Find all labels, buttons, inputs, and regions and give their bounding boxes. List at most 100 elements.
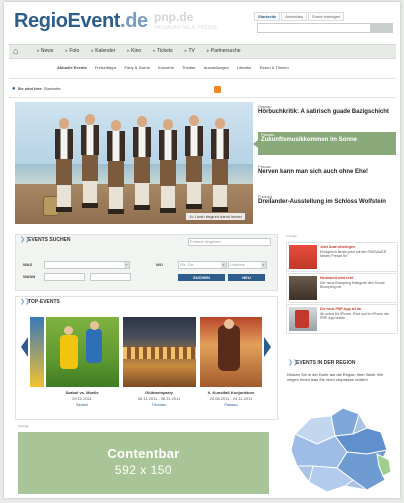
ad-label: Anzeige — [286, 234, 297, 238]
contentbar-ad-label: Anzeige — [18, 424, 29, 428]
nav-kalender[interactable]: Kalender — [91, 48, 115, 54]
feature-list: Passau Hörbuchkritik: A satirisch guade … — [253, 102, 396, 224]
sub-nav: Aktuelle Events Freizeittipps Party & Szen… — [9, 65, 396, 75]
ad-teaser[interactable]: Die neue PNP-App ist da Ab sofort für iPh… — [286, 304, 398, 334]
user-link-home[interactable]: Startseite — [254, 12, 281, 21]
event-title[interactable]: Glühweinparty — [124, 390, 194, 395]
chevron-down-icon: ▾ — [261, 262, 266, 268]
feature-headline: Nerven kann man sich auch ohne Ehe! — [258, 169, 369, 175]
arrow-icon: ❯❯ — [288, 360, 299, 366]
event-date: 20.08.2011 - 24.11.2011 — [209, 396, 253, 401]
feature-item[interactable]: Passau Hörbuchkritik: A satirisch guade … — [258, 104, 396, 116]
ad-image — [289, 245, 317, 269]
ad-text: Erfolgreich lernen jetzt mit der PASSAUE… — [320, 249, 387, 259]
freetext-input[interactable]: Freitext eingeben — [188, 238, 271, 246]
event-title[interactable]: Szabol vs. Muelle — [47, 390, 117, 395]
event-thumb-partial[interactable] — [30, 317, 44, 387]
nav-tickets[interactable]: Tickets — [153, 48, 172, 54]
ad-teaser[interactable]: Herbstzeit wird echt Der neue Boxspring K… — [286, 273, 398, 303]
feature-headline: Dreilander-Ausstellung im Schloss Wolfst… — [258, 199, 386, 205]
region-title-text: EVENTS IN DER REGION — [296, 360, 356, 366]
feature-item[interactable]: Freising Dreilander-Ausstellung im Schlo… — [258, 194, 396, 206]
chevron-down-icon: ▾ — [124, 262, 129, 268]
new-button[interactable]: NEU — [228, 274, 265, 281]
divider — [9, 97, 396, 98]
slider-next-button[interactable] — [264, 337, 271, 357]
event-search-box: ❯❯ EVENTS SUCHEN Freitext eingeben WAS ▾ … — [15, 234, 278, 291]
user-links: Startseite Anmelden Event eintragen — [254, 12, 345, 21]
feature-headline: Zukunftsmusikkommen im Sonne — [261, 137, 358, 143]
feature-item-active[interactable]: Passau Zukunftsmusikkommen im Sonne — [253, 132, 396, 155]
user-link-add-event[interactable]: Event eintragen — [308, 12, 345, 21]
subnav-active[interactable]: Aktuelle Events — [57, 65, 87, 70]
wo-input-value: Plz, Ort — [180, 262, 194, 267]
subnav-item[interactable]: Ausstellungen — [204, 65, 229, 70]
event-search-title-text: EVENTS SUCHEN — [28, 237, 71, 243]
home-icon[interactable]: ⌂ — [13, 46, 18, 56]
subnav-item[interactable]: Essen & Trinken — [260, 65, 289, 70]
event-thumb[interactable] — [123, 317, 196, 387]
partner-logo-sub: PASSAUER NEUE PRESSE — [154, 25, 218, 31]
wo-label: WO — [156, 262, 163, 267]
logo-text: RegioEvent — [14, 10, 121, 32]
event-place[interactable]: Thurnau — [124, 402, 194, 407]
site-logo[interactable]: RegioEvent.de — [14, 10, 148, 33]
subnav-item[interactable]: Freizeittipps — [95, 65, 117, 70]
region-map[interactable] — [287, 394, 395, 494]
partner-logo[interactable]: pnp.de PASSAUER NEUE PRESSE — [154, 10, 218, 34]
nav-partnersuche[interactable]: Partnersuche — [207, 48, 241, 54]
event-title[interactable]: X. Kunstfaß Konjunkture — [196, 390, 266, 395]
wann-to-input[interactable] — [90, 273, 131, 281]
was-select[interactable]: ▾ — [44, 261, 130, 269]
ad-image — [289, 276, 317, 300]
event-search-title: ❯❯ EVENTS SUCHEN — [16, 235, 71, 245]
top-events-title-text: TOP-EVENTS — [28, 299, 60, 305]
event-place[interactable]: Passau — [196, 402, 266, 407]
top-events-box: ❯❯ TOP-EVENTS Szabol vs. Muelle 29.10.201… — [15, 296, 278, 420]
header-search-button[interactable] — [371, 23, 393, 33]
user-link-login[interactable]: Anmelden — [281, 12, 308, 21]
ad-text: Ab sofort für iPhone, iPad und im iPhone… — [320, 311, 389, 321]
subnav-item[interactable]: Party & Szene — [124, 65, 150, 70]
location-pin-icon: ● — [12, 86, 16, 92]
subnav-item[interactable]: Theater — [182, 65, 196, 70]
main-nav: ⌂ News Foto Kalender Kino Tickets TV Partnersu… — [9, 44, 396, 59]
arrow-icon: ❯❯ — [20, 299, 31, 305]
arrow-icon: ❯❯ — [20, 237, 31, 243]
divider — [9, 78, 396, 79]
event-date: 05.11.2011 - 06.11.2011 — [137, 396, 181, 401]
was-label: WAS — [23, 262, 33, 267]
wo-input[interactable]: Plz, Ort ▾ — [178, 261, 227, 269]
search-button[interactable]: SUCHEN — [178, 274, 225, 281]
ad-image — [289, 307, 317, 331]
event-thumb[interactable] — [46, 317, 119, 387]
slider-prev-button[interactable] — [21, 337, 28, 357]
top-events-title: ❯❯ TOP-EVENTS — [16, 297, 60, 307]
feature-headline: Hörbuchkritik: A satirisch guade Bazigsc… — [258, 109, 389, 115]
header-search-input[interactable] — [257, 23, 371, 33]
ad-teaser[interactable]: Jetzt Dual einsteigen Erfolgreich lernen … — [286, 242, 398, 272]
band-illustration — [43, 114, 238, 222]
nav-tv[interactable]: TV — [185, 48, 195, 54]
event-thumb[interactable] — [200, 317, 262, 387]
contentbar-ad[interactable]: Contentbar 592 x 150 — [18, 432, 269, 494]
contentbar-size: 592 x 150 — [114, 463, 173, 477]
nav-foto[interactable]: Foto — [65, 48, 79, 54]
partner-logo-text: pnp.de — [154, 10, 194, 24]
contentbar-title: Contentbar — [107, 446, 180, 461]
event-place[interactable]: Szabol — [47, 402, 117, 407]
rss-icon[interactable] — [214, 86, 221, 93]
wann-from-input[interactable] — [44, 273, 85, 281]
nav-kino[interactable]: Kino — [127, 48, 141, 54]
breadcrumb-current[interactable]: Startseite — [44, 86, 61, 91]
nav-news[interactable]: News — [37, 48, 53, 54]
subnav-item[interactable]: Konzerte — [158, 65, 174, 70]
hero-image[interactable]: Jo Lorsh beginnt damit immer — [15, 102, 253, 224]
subnav-item[interactable]: Literatur — [237, 65, 252, 70]
chevron-down-icon: ▾ — [221, 262, 226, 268]
feature-item[interactable]: Passau Nerven kann man sich auch ohne Eh… — [258, 164, 396, 176]
breadcrumb: ● Sie sind hier: Startseite — [12, 86, 396, 95]
breadcrumb-label: Sie sind hier: — [17, 86, 43, 91]
umkreis-select[interactable]: Umkreis ▾ — [228, 261, 267, 269]
logo-tld: .de — [120, 10, 148, 32]
